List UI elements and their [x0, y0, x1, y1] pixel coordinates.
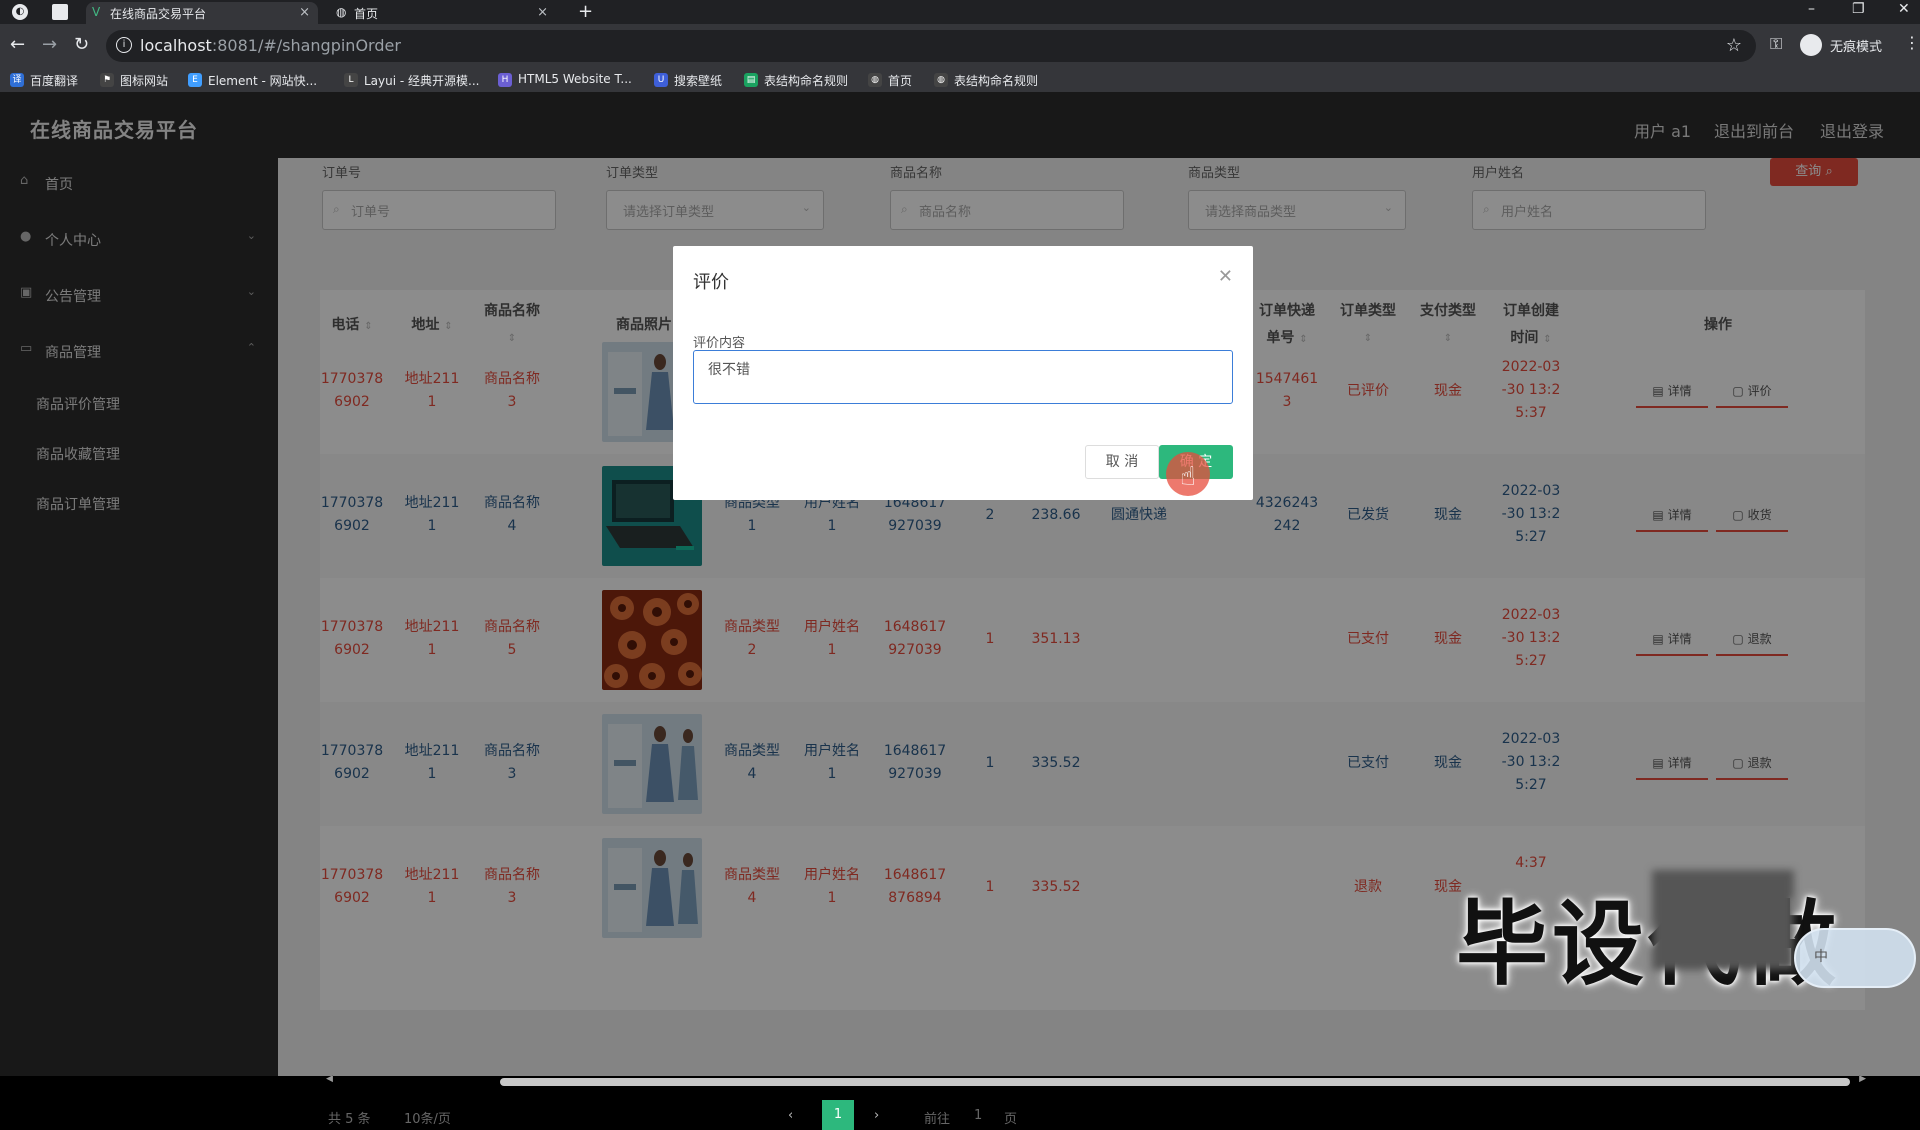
forward-icon[interactable]: → [42, 36, 57, 54]
horizontal-scrollbar[interactable]: ◀ ▶ [326, 1074, 1866, 1086]
bookmark-item[interactable]: E Element - 网站快... [188, 72, 317, 89]
pagination-goto-input[interactable]: 1 [974, 1108, 982, 1123]
bookmark-star-icon[interactable]: ☆ [1726, 35, 1742, 56]
bookmark-item[interactable]: L Layui - 经典开源模... [344, 72, 479, 89]
globe-icon: ◍ [868, 73, 882, 87]
cancel-button[interactable]: 取 消 [1085, 445, 1159, 479]
pointer-hand-icon: ☝ [1180, 462, 1196, 492]
browser-tab[interactable]: ◍ 首页 × [330, 2, 556, 24]
wallpaper-icon: U [654, 73, 668, 87]
minimize-icon[interactable]: – [1808, 1, 1815, 17]
ime-status-widget[interactable]: 中 [1794, 928, 1916, 988]
bookmark-item[interactable]: ▤ 表结构命名规则 [744, 72, 848, 89]
pagination-total: 共 5 条 [328, 1112, 371, 1127]
scrollbar-thumb[interactable] [500, 1078, 1850, 1086]
pagination-current-page[interactable]: 1 [822, 1100, 854, 1130]
bookmark-item[interactable]: ◍ 首页 [868, 72, 912, 89]
ime-language-label: 中 [1814, 949, 1828, 965]
incognito-icon [1800, 34, 1822, 56]
globe-icon: ◍ [336, 5, 347, 19]
close-window-icon[interactable]: ✕ [1898, 1, 1910, 17]
close-tab-icon[interactable]: × [299, 5, 310, 20]
bookmarks-bar: 译百度翻译 ⚑ 图标网站 E Element - 网站快... L Layui - 经… [0, 68, 1920, 92]
review-dialog: 评价 ✕ 评价内容 很不错 取 消 确 定 [673, 246, 1253, 500]
element-icon: E [188, 73, 202, 87]
back-icon[interactable]: ← [10, 36, 25, 54]
pagination-page-suffix: 页 [1004, 1112, 1018, 1127]
close-icon[interactable]: ✕ [1218, 266, 1233, 287]
browser-tab-strip: ◐ V 在线商品交易平台 × ◍ 首页 × + – ❐ ✕ [0, 0, 1920, 24]
review-content-textarea[interactable]: 很不错 [693, 350, 1233, 404]
globe-icon: ◍ [934, 73, 948, 87]
review-content-label: 评价内容 [693, 336, 746, 351]
pagination-page-size[interactable]: 10条/页 [404, 1108, 451, 1127]
reload-icon[interactable]: ↻ [74, 36, 89, 54]
baidu-translate-icon: 译 [10, 73, 24, 87]
bookmark-item[interactable]: U 搜索壁纸 [654, 72, 722, 89]
dialog-title: 评价 [693, 272, 729, 293]
next-page-icon[interactable]: › [874, 1108, 879, 1123]
url-input[interactable]: i localhost:8081/#/shangpinOrder ☆ [106, 30, 1756, 62]
bookmark-item[interactable]: 译百度翻译 [10, 72, 78, 89]
chrome-menu-icon[interactable]: ◐ [12, 4, 28, 20]
browser-tab-active[interactable]: V 在线商品交易平台 × [86, 2, 318, 24]
address-bar-area: ← → ↻ i localhost:8081/#/shangpinOrder ☆… [0, 24, 1920, 68]
layui-icon: L [344, 73, 358, 87]
key-icon[interactable]: ⚿ [1770, 34, 1782, 54]
incognito-label[interactable]: 无痕模式 [1830, 36, 1882, 55]
site-info-icon[interactable]: i [116, 37, 132, 53]
table-icon: ▤ [744, 73, 758, 87]
bookmark-item[interactable]: ⚑ 图标网站 [100, 72, 168, 89]
close-tab-icon[interactable]: × [537, 5, 548, 20]
mosaic-blur [1652, 870, 1794, 970]
bookmark-item[interactable]: H HTML5 Website T... [498, 72, 632, 87]
flag-icon: ⚑ [100, 73, 114, 87]
bookmark-item[interactable]: ◍ 表结构命名规则 [934, 72, 1038, 89]
new-tab-button[interactable]: + [578, 1, 593, 22]
html5-icon: H [498, 73, 512, 87]
kebab-menu-icon[interactable]: ⋮ [1904, 33, 1920, 52]
prev-page-icon[interactable]: ‹ [788, 1108, 793, 1123]
tab-search-icon[interactable] [52, 4, 68, 20]
vue-icon: V [92, 5, 101, 19]
restore-icon[interactable]: ❐ [1852, 1, 1865, 17]
pagination-goto-label: 前往 [924, 1112, 951, 1127]
